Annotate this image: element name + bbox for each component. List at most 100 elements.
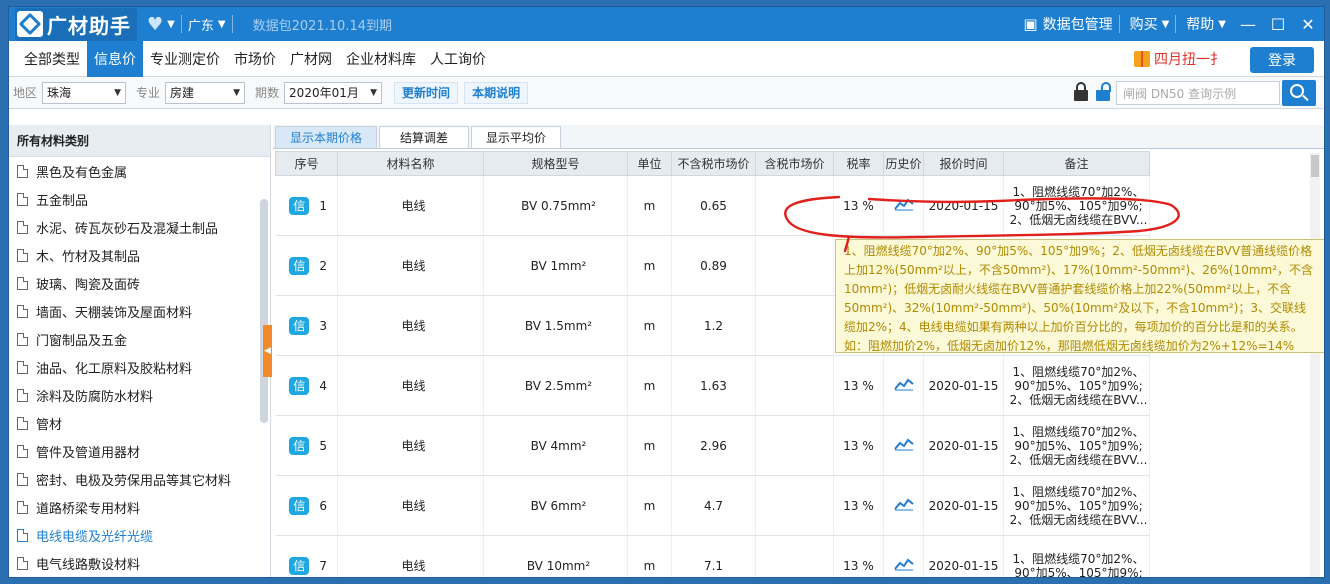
line-chart-icon[interactable]: [893, 557, 914, 571]
seq-value: 2: [319, 258, 328, 273]
favorite-heart-icon[interactable]: ♥: [147, 14, 163, 35]
chevron-down-icon[interactable]: ▼: [218, 19, 226, 30]
column-header[interactable]: 单位: [627, 151, 672, 176]
tab-info-price[interactable]: 信息价: [87, 40, 143, 77]
table-scrollbar[interactable]: [1310, 153, 1320, 577]
line-chart-icon[interactable]: [893, 197, 914, 211]
major-label: 专业: [136, 86, 161, 100]
sidebar-category-item[interactable]: 道路桥梁专用材料: [9, 493, 270, 521]
tab-current-price[interactable]: 显示本期价格: [275, 126, 378, 148]
note-cell[interactable]: 1、阻燃线缆70°加2%、 90°加5%、105°加9%; 2、低烟无卤线缆在BVV…: [1003, 415, 1150, 476]
sidebar-category-item[interactable]: 电线电缆及光纤光缆: [9, 521, 270, 549]
column-header[interactable]: 不含税市场价: [671, 151, 756, 176]
major-value: 房建: [170, 86, 195, 100]
note-cell[interactable]: 1、阻燃线缆70°加2%、 90°加5%、105°加9%; 2、低烟无卤线缆在BVV…: [1003, 355, 1150, 416]
sidebar-category-item[interactable]: 黑色及有色金属: [9, 157, 270, 185]
tax-price-cell: [755, 295, 834, 356]
sidebar-category-item[interactable]: 涂料及防腐防水材料: [9, 381, 270, 409]
sidebar-category-item[interactable]: 电气线路敷设材料: [9, 549, 270, 577]
lock-icon[interactable]: [1072, 81, 1090, 103]
search-input[interactable]: 闸阀 DN50 查询示例: [1116, 81, 1280, 105]
table-row[interactable]: 信 7 电线 BV 10mm² m 7.1 13 % 2020-01-15 1、阻燃线缆70°加…: [275, 535, 1150, 577]
tab-market-price[interactable]: 市场价: [227, 41, 283, 77]
sidebar-category-item[interactable]: 墙面、天棚装饰及屋面材料: [9, 297, 270, 325]
info-badge[interactable]: 信: [289, 376, 310, 395]
tab-manual-inquiry[interactable]: 人工询价: [423, 41, 493, 77]
collapse-sidebar-handle[interactable]: ◀: [263, 325, 272, 377]
help-menu[interactable]: 帮助 ▼: [1186, 14, 1226, 34]
period-select[interactable]: 2020年01月 ▼: [284, 81, 383, 104]
update-time-button[interactable]: 更新时间: [394, 81, 459, 104]
search-button[interactable]: [1282, 80, 1316, 106]
history-price-cell[interactable]: [883, 355, 924, 416]
line-chart-icon[interactable]: [893, 497, 914, 511]
column-header[interactable]: 含税市场价: [755, 151, 834, 176]
unlock-icon[interactable]: [1094, 81, 1112, 103]
info-badge[interactable]: 信: [289, 196, 310, 215]
major-select[interactable]: 房建 ▼: [165, 81, 246, 104]
login-button[interactable]: 登录: [1250, 47, 1314, 73]
note-cell[interactable]: 1、阻燃线缆70°加2%、 90°加5%、105°加9%; 2、低烟无卤线缆在BVV…: [1003, 475, 1150, 536]
sidebar-category-item[interactable]: 玻璃、陶瓷及面砖: [9, 269, 270, 297]
history-price-cell[interactable]: [883, 175, 924, 236]
column-header[interactable]: 序号: [275, 151, 338, 176]
sidebar-category-item[interactable]: 五金制品: [9, 185, 270, 213]
history-price-cell[interactable]: [883, 475, 924, 536]
main-nav: 全部类型 信息价 专业测定价 市场价 广材网 企业材料库 人工询价 四月扭一扌 …: [9, 40, 1324, 77]
tab-average-price[interactable]: 显示平均价: [471, 126, 562, 148]
region-select[interactable]: 珠海 ▼: [42, 81, 127, 104]
line-chart-icon[interactable]: [893, 377, 914, 391]
document-icon: [17, 332, 28, 346]
column-header[interactable]: 税率: [833, 151, 884, 176]
info-badge[interactable]: 信: [289, 316, 310, 335]
line-chart-icon[interactable]: [893, 437, 914, 451]
table-row[interactable]: 信 1 电线 BV 0.75mm² m 0.65 13 % 2020-01-15 1、阻燃线缆7…: [275, 175, 1150, 236]
info-badge[interactable]: 信: [289, 256, 310, 275]
sidebar-category-item[interactable]: 密封、电极及劳保用品等其它材料: [9, 465, 270, 493]
sidebar-category-item[interactable]: 管材: [9, 409, 270, 437]
period-note-button[interactable]: 本期说明: [464, 81, 529, 104]
promo-banner[interactable]: 四月扭一扌: [1134, 49, 1224, 69]
note-cell[interactable]: 1、阻燃线缆70°加2%、 90°加5%、105°加9%; 2、低烟无卤线缆在BVV…: [1003, 175, 1150, 236]
chevron-left-icon: ◀: [264, 346, 271, 356]
close-icon[interactable]: ✕: [1300, 15, 1316, 34]
sidebar-category-item[interactable]: 水泥、砖瓦灰砂石及混凝土制品: [9, 213, 270, 241]
table-row[interactable]: 信 4 电线 BV 2.5mm² m 1.63 13 % 2020-01-15 1、阻燃线缆70…: [275, 355, 1150, 416]
buy-menu[interactable]: 购买 ▼: [1130, 14, 1170, 34]
column-header[interactable]: 备注: [1003, 151, 1150, 176]
scrollbar-thumb[interactable]: [1311, 155, 1319, 177]
table-row[interactable]: 信 5 电线 BV 4mm² m 2.96 13 % 2020-01-15 1、阻燃线缆70°加…: [275, 415, 1150, 476]
chevron-down-icon[interactable]: ▼: [167, 19, 175, 30]
tab-gc-network[interactable]: 广材网: [283, 41, 339, 77]
sidebar-category-item[interactable]: 门窗制品及五金: [9, 325, 270, 353]
column-header[interactable]: 规格型号: [483, 151, 628, 176]
info-badge[interactable]: 信: [289, 556, 310, 575]
info-badge[interactable]: 信: [289, 496, 310, 515]
column-header[interactable]: 材料名称: [337, 151, 484, 176]
minimize-icon[interactable]: —: [1240, 15, 1256, 34]
scrollbar-thumb[interactable]: [260, 199, 268, 423]
note-line: 2、低烟无卤线缆在BVV...: [1009, 452, 1148, 467]
column-header[interactable]: 历史价: [883, 151, 924, 176]
tab-settlement-adjust[interactable]: 结算调差: [379, 126, 470, 148]
note-line: 2、低烟无卤线缆在BVV...: [1009, 512, 1148, 527]
sidebar-category-item[interactable]: 木、竹材及其制品: [9, 241, 270, 269]
column-header[interactable]: 报价时间: [923, 151, 1004, 176]
sidebar-category-label: 油品、化工原料及胶粘材料: [36, 361, 193, 377]
tax-rate-cell: 13 %: [833, 355, 884, 416]
history-price-cell[interactable]: [883, 415, 924, 476]
tab-enterprise-library[interactable]: 企业材料库: [339, 41, 423, 77]
info-badge[interactable]: 信: [289, 436, 310, 455]
sidebar-category-item[interactable]: 油品、化工原料及胶粘材料: [9, 353, 270, 381]
history-price-cell[interactable]: [883, 535, 924, 577]
table-row[interactable]: 信 6 电线 BV 6mm² m 4.7 13 % 2020-01-15 1、阻燃线缆70°加2…: [275, 475, 1150, 536]
note-tooltip: 1、阻燃线缆70°加2%、90°加5%、105°加9%；2、低烟无卤线缆在BVV…: [835, 239, 1324, 353]
note-cell[interactable]: 1、阻燃线缆70°加2%、 90°加5%、105°加9%;: [1003, 535, 1150, 577]
region-selector[interactable]: 广东: [188, 15, 214, 34]
tab-all-types[interactable]: 全部类型: [17, 41, 87, 77]
sidebar-category-item[interactable]: 管件及管道用器材: [9, 437, 270, 465]
package-management-button[interactable]: ▣ 数据包管理: [1023, 14, 1112, 34]
maximize-icon[interactable]: ☐: [1270, 15, 1286, 34]
tab-professional-price[interactable]: 专业测定价: [143, 41, 227, 77]
seq-value: 4: [319, 378, 328, 393]
